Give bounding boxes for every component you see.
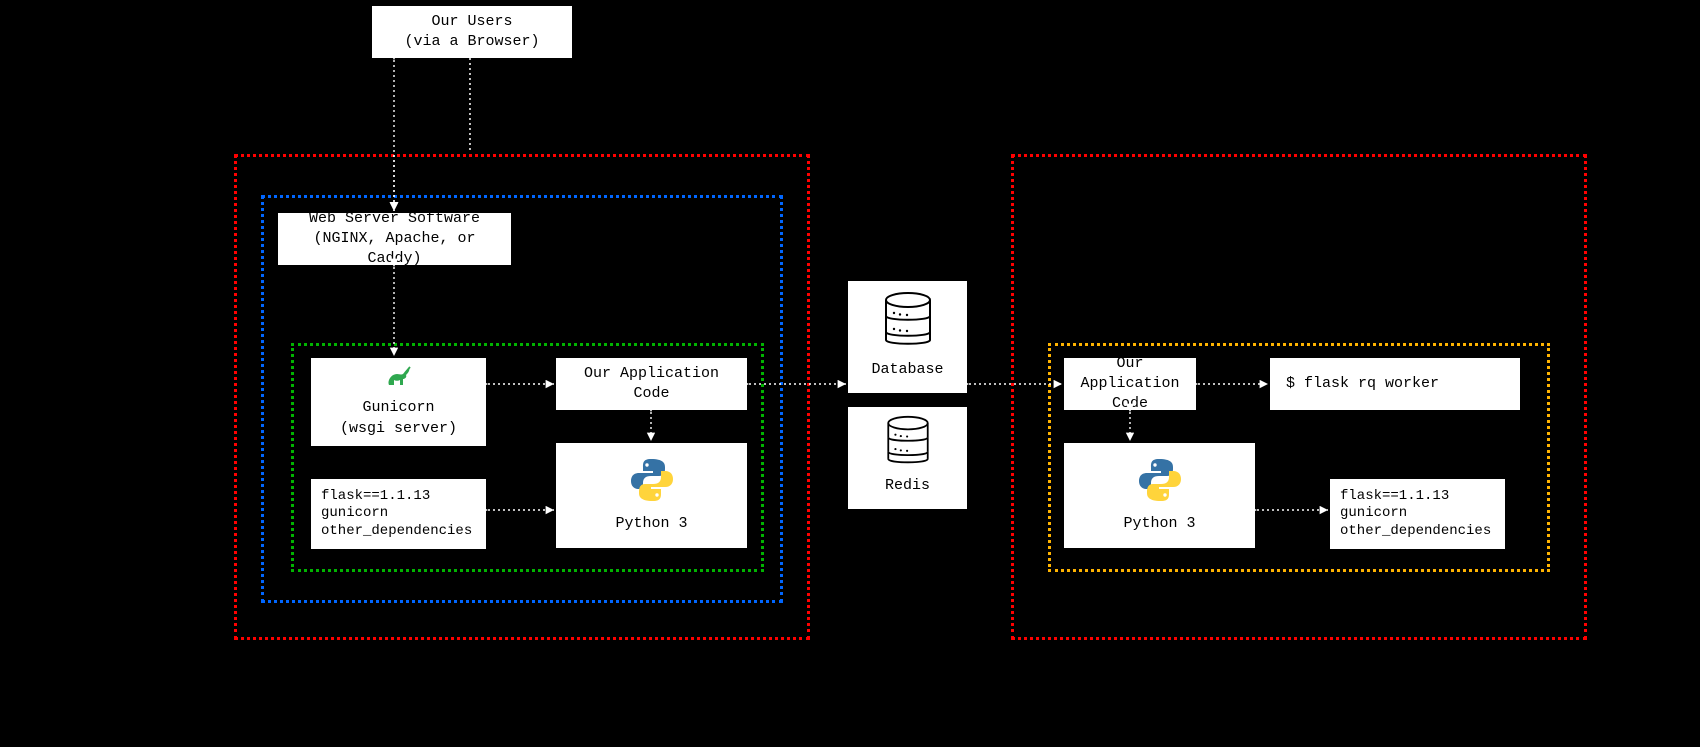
python-box: Python 3 — [556, 443, 747, 548]
appcode-box: Our Application Code — [556, 358, 747, 410]
python2-icon — [1137, 457, 1183, 510]
database-label: Database — [871, 360, 943, 380]
appcode2-label: Our Application Code — [1074, 354, 1186, 415]
gunicorn-line2: (wsgi server) — [340, 419, 457, 439]
gunicorn-line1: Gunicorn — [362, 398, 434, 418]
users-line2: (via a Browser) — [404, 32, 539, 52]
deps2-line3: other_dependencies — [1340, 523, 1491, 541]
worker-box: $ flask rq worker — [1270, 358, 1520, 410]
redis-icon — [882, 415, 934, 474]
deps2-line1: flask==1.1.13 — [1340, 488, 1449, 506]
python2-box: Python 3 — [1064, 443, 1255, 548]
redis-box: Redis — [848, 407, 967, 509]
python-label: Python 3 — [615, 514, 687, 534]
deps-box: flask==1.1.13 gunicorn other_dependencie… — [311, 479, 486, 549]
python2-label: Python 3 — [1123, 514, 1195, 534]
deps2-line2: gunicorn — [1340, 505, 1407, 523]
users-line1: Our Users — [431, 12, 512, 32]
database-box: Database — [848, 281, 967, 393]
webserver-line1: Web Server Software — [309, 209, 480, 229]
webserver-line2: (NGINX, Apache, or Caddy) — [288, 229, 501, 270]
deps-line3: other_dependencies — [321, 523, 472, 541]
worker-label: $ flask rq worker — [1286, 374, 1439, 394]
deps-line2: gunicorn — [321, 505, 388, 523]
gunicorn-box: Gunicorn (wsgi server) — [311, 358, 486, 446]
python-icon — [629, 457, 675, 510]
webserver-box: Web Server Software (NGINX, Apache, or C… — [278, 213, 511, 265]
redis-label: Redis — [885, 476, 930, 496]
deps2-box: flask==1.1.13 gunicorn other_dependencie… — [1330, 479, 1505, 549]
database-icon — [880, 291, 936, 356]
appcode2-box: Our Application Code — [1064, 358, 1196, 410]
unicorn-icon — [385, 365, 413, 396]
appcode-label: Our Application Code — [566, 364, 737, 405]
deps-line1: flask==1.1.13 — [321, 488, 430, 506]
users-box: Our Users (via a Browser) — [372, 6, 572, 58]
